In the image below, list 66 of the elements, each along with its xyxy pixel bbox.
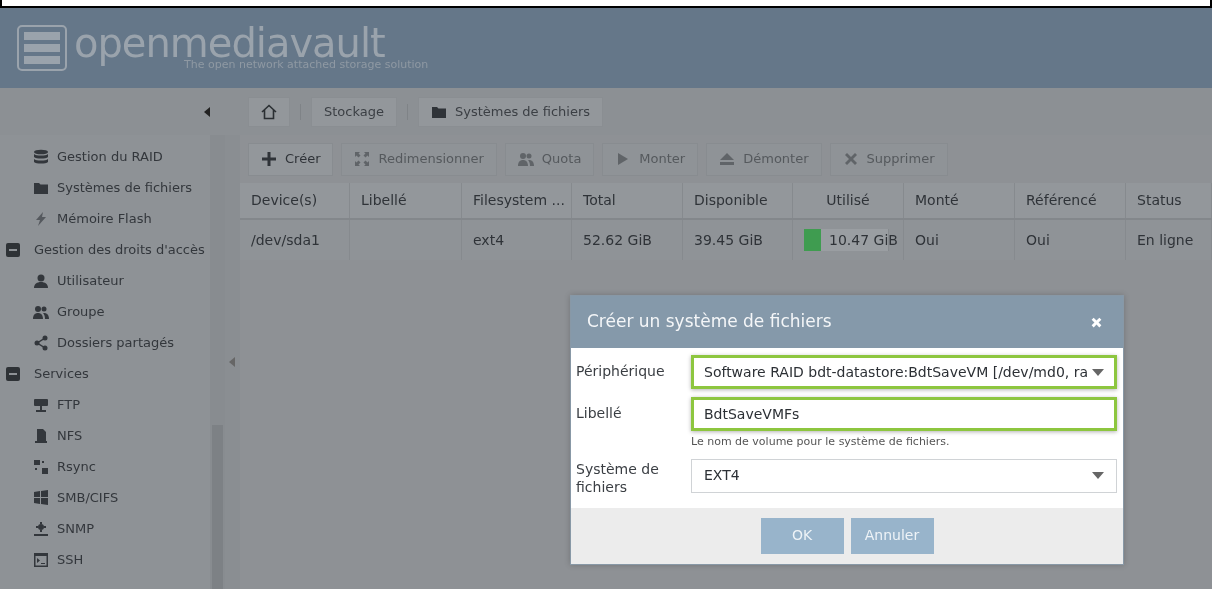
column-header[interactable]: Utilisé bbox=[793, 183, 904, 218]
logo-icon bbox=[16, 24, 68, 72]
resize-icon bbox=[354, 151, 371, 167]
sidebar-item[interactable]: NFS bbox=[0, 420, 210, 451]
lightning-icon bbox=[33, 210, 49, 227]
sidebar-item[interactable]: Gestion du RAID bbox=[0, 141, 210, 172]
sidebar-item[interactable]: Mémoire Flash bbox=[0, 203, 210, 234]
dropdown-field[interactable]: Software RAID bdt-datastore:BdtSaveVM [/dev/md0, ra bbox=[691, 355, 1117, 389]
column-header[interactable]: Device(s) bbox=[240, 183, 350, 218]
table-cell: /dev/sda1 bbox=[240, 220, 350, 260]
dropdown-icon bbox=[1092, 368, 1104, 376]
user-icon bbox=[33, 272, 49, 289]
table-cell: 52.62 GiB bbox=[572, 220, 683, 260]
sidebar-item[interactable]: Groupe bbox=[0, 296, 210, 327]
sidebar-item[interactable]: FTP bbox=[0, 389, 210, 420]
column-header[interactable]: Disponible bbox=[683, 183, 793, 218]
gear-icon bbox=[33, 520, 49, 537]
collapse-icon[interactable] bbox=[6, 366, 20, 381]
input-field[interactable]: BdtSaveVMFs bbox=[691, 397, 1117, 431]
table-cell: Oui bbox=[1015, 220, 1126, 260]
table-cell: En ligne bbox=[1126, 220, 1212, 260]
column-header[interactable]: Référencé bbox=[1015, 183, 1126, 218]
usage-text: 10.47 GiB bbox=[828, 230, 898, 250]
dialog-title: Créer un système de fichiers bbox=[587, 310, 832, 334]
share-icon bbox=[33, 334, 49, 351]
sidebar-item[interactable]: SNMP bbox=[0, 513, 210, 544]
sidebar-item[interactable]: Dossiers partagés bbox=[0, 327, 210, 358]
breadcrumb-item[interactable]: Stockage bbox=[311, 96, 397, 127]
field-label: Libellé bbox=[576, 404, 623, 423]
table-cell: ext4 bbox=[462, 220, 572, 260]
dropdown-icon bbox=[1092, 472, 1104, 479]
field-label: Système de fichiers bbox=[576, 459, 660, 496]
users-icon bbox=[517, 151, 534, 167]
sidebar-item[interactable]: Rsync bbox=[0, 451, 210, 482]
table-cell: Oui bbox=[904, 220, 1015, 260]
sidebar-group[interactable]: Gestion des droits d'accès bbox=[0, 234, 210, 265]
column-header[interactable]: Monté bbox=[904, 183, 1015, 218]
plus-icon bbox=[261, 151, 277, 167]
eject-icon bbox=[719, 151, 736, 167]
document-icon bbox=[33, 427, 49, 444]
column-header[interactable]: Filesystem ... bbox=[462, 183, 572, 218]
field-label: Périphérique bbox=[576, 362, 666, 381]
collapse-icon[interactable] bbox=[204, 106, 210, 117]
close-icon[interactable] bbox=[1090, 316, 1103, 330]
database-icon bbox=[33, 148, 49, 165]
help-text: Le nom de volume pour le système de fichiers. bbox=[691, 434, 951, 450]
dropdown-field[interactable]: EXT4 bbox=[691, 458, 1117, 493]
sidebar-item[interactable]: Utilisateur bbox=[0, 265, 210, 296]
sidebar-item[interactable]: Systèmes de fichiers bbox=[0, 172, 210, 203]
collapse-icon[interactable] bbox=[6, 242, 20, 257]
table-cell: 39.45 GiB bbox=[683, 220, 793, 260]
sidebar-group[interactable]: Services bbox=[0, 358, 210, 389]
column-header[interactable]: Total bbox=[572, 183, 683, 218]
column-header[interactable]: Libellé bbox=[350, 183, 462, 218]
sidebar-item[interactable]: SMB/CIFS bbox=[0, 482, 210, 513]
monitor-icon bbox=[33, 396, 49, 413]
home-icon bbox=[261, 103, 277, 120]
home-button[interactable] bbox=[248, 96, 290, 127]
toolbar-button[interactable]: Créer bbox=[248, 142, 334, 176]
windows-icon bbox=[33, 489, 49, 506]
sync-icon bbox=[33, 458, 49, 475]
sidebar-item[interactable]: SSH bbox=[0, 544, 210, 575]
column-header[interactable]: Status bbox=[1126, 183, 1212, 218]
terminal-icon bbox=[33, 551, 49, 568]
users-icon bbox=[33, 303, 49, 320]
breadcrumb-item[interactable]: Systèmes de fichiers bbox=[417, 96, 604, 127]
